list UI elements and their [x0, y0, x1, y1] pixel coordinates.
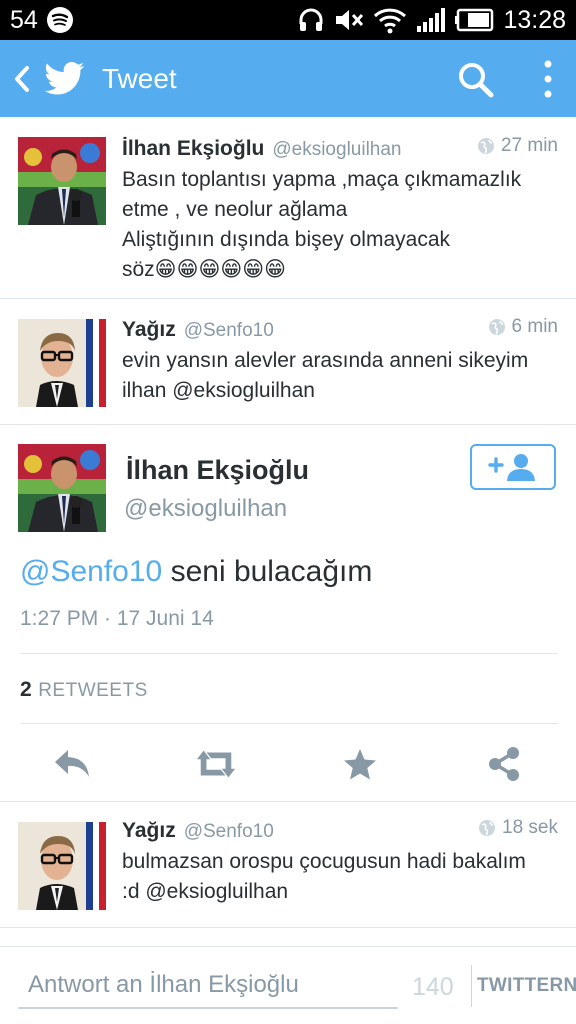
- favorite-button[interactable]: [339, 743, 381, 785]
- follow-button[interactable]: [470, 444, 556, 490]
- avatar[interactable]: [18, 319, 106, 407]
- tweet-timestamp: 1:27 PM · 17 Juni 14: [20, 607, 214, 630]
- page-title: Tweet: [102, 62, 177, 94]
- divider: [20, 653, 558, 654]
- back-button[interactable]: [4, 40, 40, 117]
- tweet-author-name[interactable]: Yağız: [122, 318, 176, 342]
- focused-author-name[interactable]: İlhan Ekşioğlu: [126, 455, 309, 486]
- overflow-menu-button[interactable]: [530, 56, 566, 102]
- spotify-icon: [46, 6, 74, 34]
- app-bar: Tweet: [0, 40, 576, 117]
- tweet-item[interactable]: Yağız @Senfo10 6 min evin yansın alevler…: [0, 299, 576, 425]
- twitter-bird-icon: [40, 40, 90, 117]
- signal-icon: [415, 6, 447, 34]
- divider: [20, 723, 558, 724]
- mute-icon: [333, 6, 365, 34]
- focused-tweet: İlhan Ekşioğlu @eksiogluilhan @Senfo10 s…: [0, 425, 576, 802]
- chevron-left-icon: [15, 65, 29, 92]
- wifi-icon: [373, 6, 407, 34]
- star-icon: [344, 749, 376, 780]
- avatar[interactable]: [18, 137, 106, 225]
- mention-link[interactable]: @Senfo10: [20, 555, 162, 588]
- retweets-stat[interactable]: 2 RETWEETS: [20, 678, 148, 702]
- reply-icon: [55, 750, 89, 777]
- battery-icon: [455, 8, 495, 32]
- retweets-label: RETWEETS: [38, 680, 148, 701]
- focused-tweet-text: @Senfo10 seni bulacağım: [20, 555, 372, 589]
- share-button[interactable]: [483, 743, 525, 785]
- search-icon: [459, 63, 494, 98]
- globe-icon: [488, 319, 505, 335]
- tweet-author-handle[interactable]: @eksiogluilhan: [272, 139, 401, 161]
- globe-icon: [479, 820, 496, 836]
- tweet-time: 18 sek: [502, 817, 558, 838]
- headphones-icon: [297, 6, 325, 34]
- tweet-time: 6 min: [511, 316, 558, 337]
- tweet-author-handle[interactable]: @Senfo10: [184, 320, 274, 342]
- tweet-actions: [0, 725, 576, 801]
- avatar[interactable]: [18, 822, 106, 910]
- retweet-count: 2: [20, 678, 33, 701]
- add-user-icon: [488, 454, 535, 481]
- notification-count: 54: [10, 5, 38, 34]
- list-item-peek: [0, 928, 576, 946]
- globe-icon: [477, 138, 494, 154]
- tweet-text: evin yansın alevler arasında anneni sike…: [122, 349, 529, 402]
- divider: [471, 965, 472, 1007]
- tweet-author-name[interactable]: Yağız: [122, 819, 176, 843]
- tweet-item[interactable]: İlhan Ekşioğlu @eksiogluilhan 27 min Bas…: [0, 117, 576, 299]
- retweet-icon: [196, 750, 236, 778]
- tweet-time: 27 min: [500, 135, 558, 156]
- search-button[interactable]: [454, 58, 498, 102]
- reply-input[interactable]: [18, 963, 398, 1009]
- char-count: 140: [412, 973, 454, 1001]
- tweet-author-name[interactable]: İlhan Ekşioğlu: [122, 137, 264, 161]
- focused-author-handle[interactable]: @eksiogluilhan: [124, 495, 287, 523]
- clock: 13:28: [503, 5, 566, 34]
- status-bar: 54 13:28: [0, 0, 576, 40]
- reply-button[interactable]: [51, 743, 93, 785]
- tweet-text: Basın toplantısı yapma ,maça çıkmamazlık…: [122, 168, 522, 281]
- tweet-author-handle[interactable]: @Senfo10: [184, 821, 274, 843]
- reply-item[interactable]: Yağız @Senfo10 18 sek bulmazsan orospu ç…: [0, 802, 576, 928]
- reply-composer: 140 TWITTERN: [0, 946, 576, 1024]
- share-icon: [489, 747, 519, 781]
- focused-tweet-body: seni bulacağım: [162, 555, 373, 588]
- more-vertical-icon: [544, 60, 552, 98]
- tweet-text: bulmazsan orospu çocugusun hadi bakalım …: [122, 850, 526, 903]
- tweet-send-button[interactable]: TWITTERN: [477, 975, 576, 997]
- avatar[interactable]: [18, 444, 106, 532]
- retweet-button[interactable]: [195, 743, 237, 785]
